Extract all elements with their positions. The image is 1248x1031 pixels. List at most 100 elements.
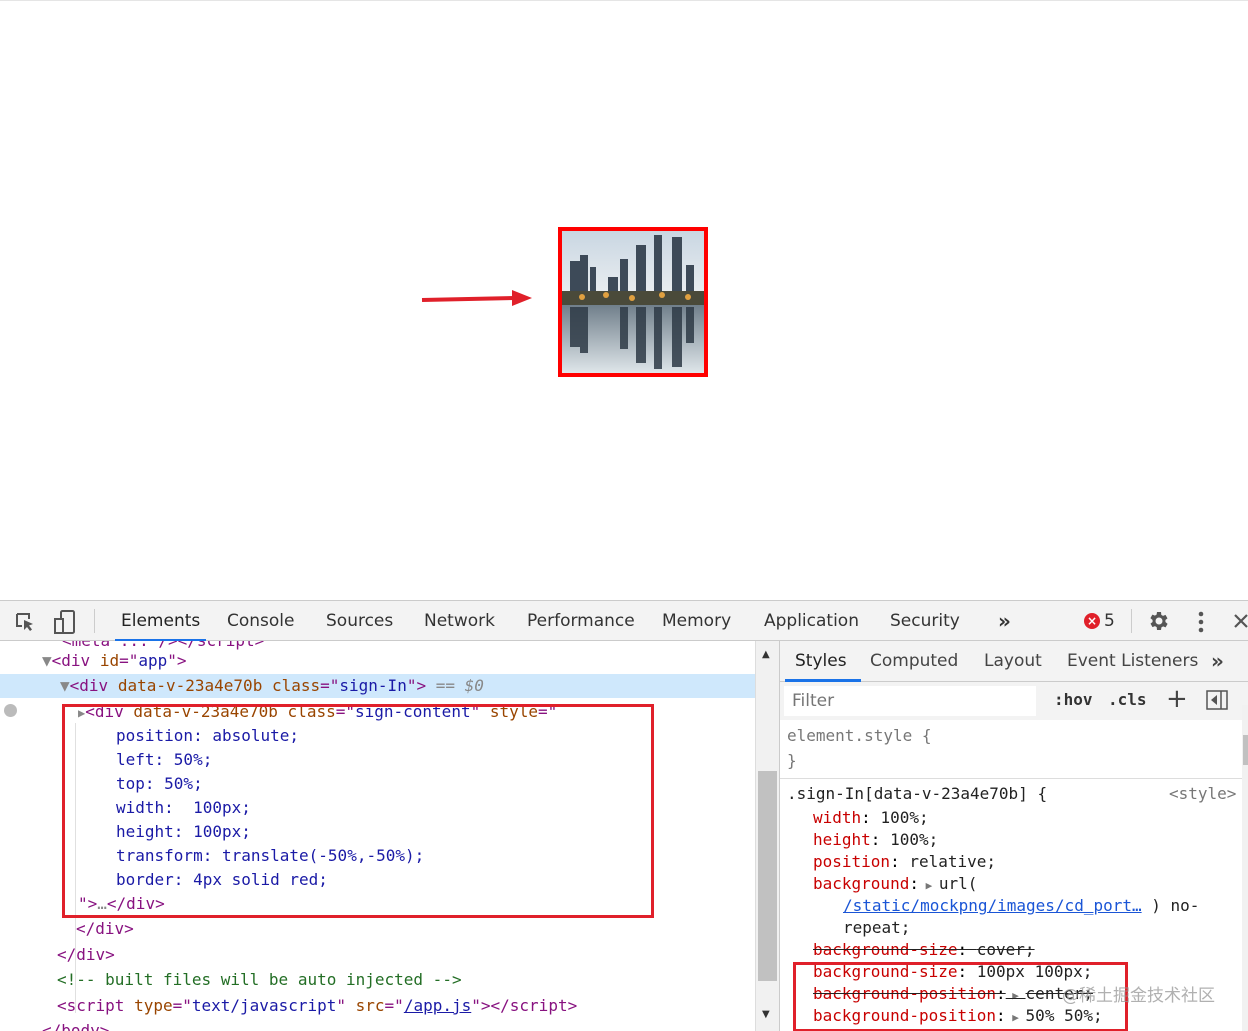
close-tag: "></script> bbox=[471, 996, 578, 1015]
attr-quote: " bbox=[336, 996, 356, 1015]
devtools-panel: Elements Console Sources Network Perform… bbox=[0, 600, 1248, 1031]
property-value: 100%; bbox=[890, 830, 939, 849]
toolbar-divider bbox=[94, 609, 95, 633]
attr-name: src bbox=[355, 996, 385, 1015]
attr-eq: =" bbox=[172, 996, 192, 1015]
settings-gear-icon[interactable] bbox=[1146, 609, 1170, 637]
property-value: 100%; bbox=[880, 808, 929, 827]
tab-memory[interactable]: Memory bbox=[662, 601, 731, 641]
property-name: height bbox=[813, 830, 871, 849]
styles-subtabs: Styles Computed Layout Event Listeners » bbox=[780, 641, 1248, 682]
toggle-sidebar-icon[interactable] bbox=[1206, 690, 1228, 714]
tab-security[interactable]: Security bbox=[890, 601, 960, 641]
node-div-sign-in[interactable]: ▼<div data-v-23a4e70b class="sign-In"> =… bbox=[60, 674, 484, 698]
attr-eq: =" bbox=[320, 676, 340, 695]
subtab-layout[interactable]: Layout bbox=[984, 641, 1042, 682]
styles-pane: Styles Computed Layout Event Listeners »… bbox=[779, 641, 1248, 1031]
subtab-styles[interactable]: Styles bbox=[785, 641, 861, 682]
tag-name: div bbox=[79, 676, 109, 695]
subtab-event-listeners[interactable]: Event Listeners bbox=[1067, 641, 1198, 682]
error-icon[interactable]: × bbox=[1084, 613, 1100, 629]
styles-scrollbar[interactable] bbox=[1242, 705, 1248, 1031]
declaration[interactable]: background: ▶ url( bbox=[813, 873, 977, 895]
hov-toggle[interactable]: :hov bbox=[1054, 690, 1093, 709]
scrollbar-thumb[interactable] bbox=[1243, 735, 1248, 765]
property-name: width bbox=[813, 808, 862, 827]
toolbar-divider bbox=[1131, 609, 1132, 633]
expand-triangle-icon[interactable]: ▼ bbox=[60, 676, 70, 695]
more-tabs-button[interactable]: » bbox=[998, 601, 1011, 641]
property-name: background-size bbox=[813, 940, 958, 959]
property-value: cover; bbox=[976, 940, 1035, 959]
property-value: url( bbox=[938, 874, 978, 893]
styles-filter-input[interactable] bbox=[784, 686, 1036, 716]
background-url-link[interactable]: /static/mockpng/images/cd_port… bbox=[843, 896, 1142, 915]
tag-name: div bbox=[61, 651, 91, 670]
city-skyline-image bbox=[558, 227, 708, 377]
tag-bracket: < bbox=[57, 996, 67, 1015]
element-style-selector: element.style { bbox=[787, 726, 932, 745]
breakpoint-dot-icon bbox=[4, 704, 17, 717]
attr-value: app bbox=[138, 651, 168, 670]
error-count[interactable]: 5 bbox=[1104, 601, 1115, 641]
scrollbar-thumb[interactable] bbox=[758, 771, 777, 981]
attr-eq: =" bbox=[384, 996, 404, 1015]
watermark: @稀土掘金技术社区 bbox=[1062, 986, 1215, 1006]
attr-eq: =" bbox=[119, 651, 139, 670]
selected-node-marker: == $0 bbox=[426, 676, 484, 695]
attr-value: sign-In bbox=[339, 676, 407, 695]
property-value: repeat; bbox=[843, 918, 911, 937]
inspect-element-icon[interactable] bbox=[14, 611, 36, 637]
declaration[interactable]: height: 100%; bbox=[813, 829, 938, 851]
background-url-line: /static/mockpng/images/cd_port… ) no- bbox=[843, 895, 1199, 917]
tab-console[interactable]: Console bbox=[227, 601, 295, 641]
declaration[interactable]: position: relative; bbox=[813, 851, 996, 873]
rule-source-link[interactable]: <style> bbox=[1169, 783, 1236, 805]
styles-filter-row: :hov .cls + bbox=[780, 682, 1248, 720]
property-name: background bbox=[813, 874, 910, 893]
property-value: ) no- bbox=[1151, 896, 1200, 915]
tab-elements[interactable]: Elements bbox=[114, 601, 207, 641]
tag-bracket: "> bbox=[167, 651, 187, 670]
device-toolbar-icon[interactable] bbox=[53, 609, 77, 639]
devtools-toolbar: Elements Console Sources Network Perform… bbox=[0, 600, 1248, 641]
more-vertical-icon[interactable] bbox=[1198, 611, 1204, 637]
close-tag: </div> bbox=[76, 919, 134, 938]
declaration[interactable]: width: 100%; bbox=[813, 807, 929, 829]
attr-name: type bbox=[134, 996, 173, 1015]
close-icon[interactable] bbox=[1233, 613, 1248, 633]
elements-scrollbar[interactable]: ▲ ▼ bbox=[755, 641, 779, 1031]
attr-name: id bbox=[99, 651, 120, 670]
tab-sources[interactable]: Sources bbox=[326, 601, 393, 641]
tab-application[interactable]: Application bbox=[764, 601, 859, 641]
page-viewport bbox=[0, 0, 1248, 600]
more-subtabs-button[interactable]: » bbox=[1211, 641, 1224, 682]
rule-divider bbox=[780, 778, 1242, 779]
close-body-tag: </body> bbox=[42, 1021, 110, 1031]
attr-value: text/javascript bbox=[191, 996, 337, 1015]
node-div-app[interactable]: ▼<div id="app"> bbox=[42, 649, 187, 673]
node-script[interactable]: <script type="text/javascript" src="/app… bbox=[57, 994, 577, 1018]
tab-network[interactable]: Network bbox=[424, 601, 495, 641]
red-arrow-annotation bbox=[420, 288, 536, 314]
subtab-computed[interactable]: Computed bbox=[870, 641, 958, 682]
close-tag: </div> bbox=[57, 945, 115, 964]
scroll-up-arrow-icon[interactable]: ▲ bbox=[762, 649, 770, 660]
scroll-down-arrow-icon[interactable]: ▼ bbox=[762, 1009, 770, 1020]
attr-name: data-v-23a4e70b class bbox=[117, 676, 321, 695]
property-value: relative; bbox=[909, 852, 997, 871]
tag-bracket: < bbox=[69, 676, 80, 695]
element-style-close: } bbox=[787, 751, 797, 770]
overridden-declaration[interactable]: background-size: cover; bbox=[813, 939, 1035, 961]
new-style-rule-button[interactable]: + bbox=[1166, 684, 1188, 714]
expand-triangle-icon[interactable]: ▼ bbox=[42, 651, 52, 670]
cls-toggle[interactable]: .cls bbox=[1108, 690, 1147, 709]
script-src-link[interactable]: /app.js bbox=[404, 996, 471, 1015]
tag-bracket: < bbox=[51, 651, 62, 670]
tab-performance[interactable]: Performance bbox=[527, 601, 635, 641]
expand-triangle-icon[interactable]: ▶ bbox=[919, 879, 939, 892]
property-name: position bbox=[813, 852, 891, 871]
highlight-box-inline-style bbox=[62, 704, 654, 918]
html-comment: <!-- built files will be auto injected -… bbox=[57, 970, 462, 989]
elements-tree: <meta ... /></script> ▼<div id="app"> ▼<… bbox=[0, 641, 755, 1031]
